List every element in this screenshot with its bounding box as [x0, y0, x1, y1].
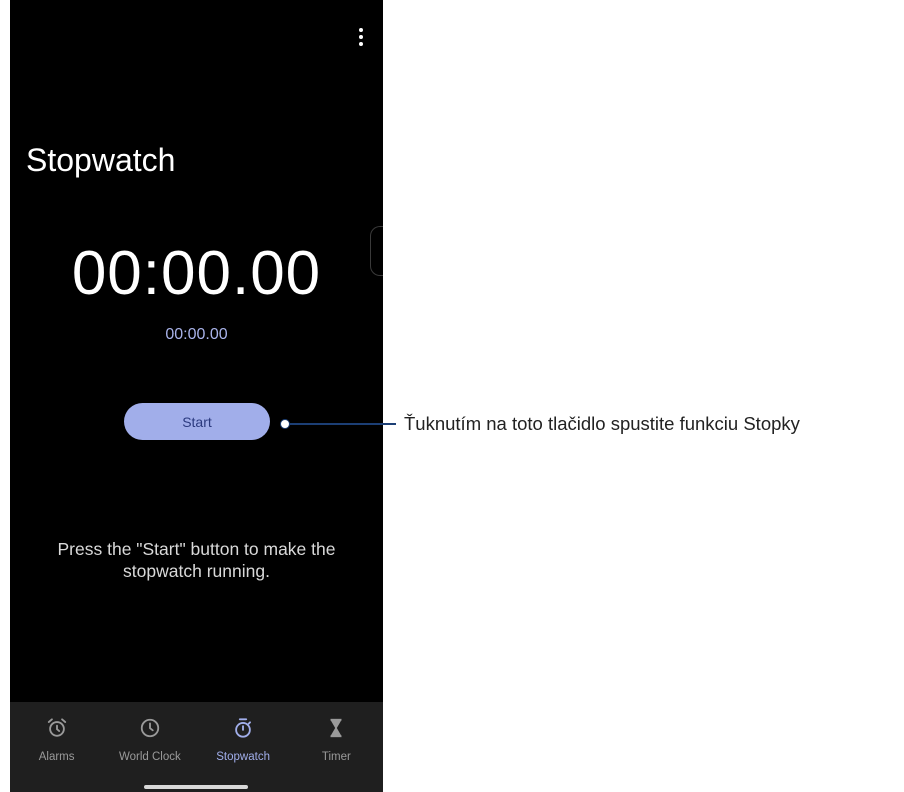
clock-icon — [140, 718, 160, 738]
stopwatch-icon — [235, 718, 252, 738]
nav-item-world-clock[interactable]: World Clock — [103, 702, 196, 792]
hourglass-icon — [330, 718, 342, 738]
more-options-icon[interactable] — [349, 22, 373, 52]
nav-label-timer: Timer — [321, 751, 351, 763]
home-indicator[interactable] — [144, 785, 248, 789]
hint-text: Press the "Start" button to make the sto… — [57, 539, 336, 581]
bottom-navigation: Alarms World Clock Stopwatch Timer — [10, 702, 383, 792]
page-title: Stopwatch — [26, 142, 176, 178]
nav-label-alarms: Alarms — [38, 751, 75, 763]
nav-label-world-clock: World Clock — [118, 751, 181, 763]
stopwatch-time: 00:00.00 — [71, 239, 322, 308]
nav-item-timer[interactable]: Timer — [290, 702, 383, 792]
nav-label-stopwatch: Stopwatch — [216, 751, 270, 763]
callout-line — [285, 423, 396, 425]
phone-screen: Stopwatch 00:00.00 00:00.00 Start Press … — [10, 0, 383, 792]
lap-time: 00:00.00 — [165, 326, 228, 343]
callout-dot — [280, 419, 290, 429]
callout-text: Ťuknutím na toto tlačidlo spustite funkc… — [404, 413, 800, 434]
nav-item-alarms[interactable]: Alarms — [10, 702, 103, 792]
nav-item-stopwatch[interactable]: Stopwatch — [197, 702, 290, 792]
start-button[interactable]: Start — [124, 403, 270, 440]
alarm-clock-icon — [47, 718, 66, 737]
